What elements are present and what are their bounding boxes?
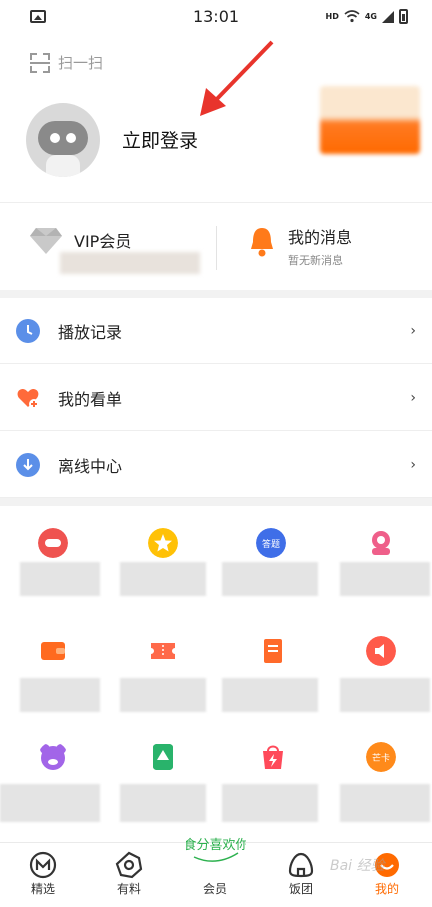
tab-community[interactable]: 饭团: [258, 843, 344, 907]
mango-card-icon: 芒卡: [366, 742, 396, 772]
grid-item[interactable]: [330, 636, 430, 712]
quick-divider: [216, 226, 217, 270]
avatar[interactable]: [26, 103, 100, 177]
scan-label: 扫一扫: [58, 54, 104, 72]
robot-icon: [372, 531, 390, 555]
drive-upload-icon: [153, 744, 173, 770]
tab-mine[interactable]: 我的: [344, 843, 430, 907]
ticket-icon: [151, 643, 175, 659]
member-logo-icon: 食分喜欢你: [186, 837, 246, 862]
grid-item[interactable]: 芒卡: [330, 742, 430, 822]
hd-indicator: HD: [325, 12, 339, 21]
vip-info-blurred: [60, 252, 200, 274]
chevron-right-icon: ›: [410, 389, 416, 406]
tab-label: 我的: [374, 882, 399, 896]
member-logo-text: 食分喜欢你: [186, 837, 246, 853]
bear-icon: [40, 744, 66, 770]
menu-row-history[interactable]: 播放记录 ›: [0, 298, 432, 364]
tab-label: 有料: [116, 882, 141, 896]
flash-sale-bag-icon: [263, 745, 283, 769]
grid-item[interactable]: [330, 520, 430, 610]
heart-plus-icon: [17, 388, 39, 409]
tab-label: 精选: [30, 882, 55, 896]
grid-item[interactable]: [0, 520, 100, 610]
grid-item[interactable]: [0, 742, 100, 822]
watermark-text: Bai 经验: [330, 858, 385, 874]
home-m-icon: [29, 851, 57, 879]
grid-item[interactable]: [218, 742, 318, 822]
tab-member[interactable]: 食分喜欢你 会员: [172, 837, 258, 907]
grid-item[interactable]: [108, 520, 208, 610]
menu-label: 我的看单: [58, 389, 123, 409]
status-bar: 13:01 HD 4G: [0, 0, 432, 34]
tab-label: 会员: [202, 882, 227, 896]
promo-banner-blurred[interactable]: [320, 86, 420, 154]
quiz-icon: 答题: [256, 528, 286, 558]
scan-icon: [30, 52, 50, 73]
book-icon: [264, 639, 282, 663]
eye-ring-icon: [115, 851, 143, 879]
my-messages-entry[interactable]: 我的消息 暂无新消息: [248, 224, 352, 268]
grid-item[interactable]: [0, 636, 100, 712]
messages-subtitle: 暂无新消息: [288, 254, 343, 267]
tab-label: 饭团: [288, 882, 313, 896]
signal-icon: [382, 10, 394, 23]
grid-item[interactable]: [108, 742, 208, 822]
grid-item[interactable]: [218, 636, 318, 712]
vip-label: VIP会员: [74, 232, 132, 251]
menu-label: 离线中心: [58, 456, 123, 476]
grid-item[interactable]: [108, 636, 208, 712]
menu-label: 播放记录: [58, 322, 123, 342]
chevron-right-icon: ›: [410, 456, 416, 473]
scan-button[interactable]: 扫一扫: [30, 52, 103, 73]
mouth-face-icon: [38, 528, 68, 558]
bell-icon: [251, 228, 273, 257]
login-link[interactable]: 立即登录: [122, 126, 198, 153]
wifi-icon: [344, 10, 360, 23]
chevron-right-icon: ›: [410, 322, 416, 339]
battery-icon: [399, 9, 408, 24]
mango-card-badge-text: 芒卡: [372, 752, 390, 764]
clock-icon: [16, 318, 40, 343]
menu-row-offline[interactable]: 离线中心 ›: [0, 432, 432, 498]
menu-row-watchlist[interactable]: 我的看单 ›: [0, 365, 432, 431]
speaker-icon: [366, 636, 396, 666]
annotation-arrow-icon: [200, 40, 274, 116]
wallet-icon: [41, 642, 65, 660]
download-icon: [16, 452, 40, 477]
messages-title: 我的消息: [288, 228, 353, 247]
tab-content[interactable]: 有料: [86, 843, 172, 907]
rice-ball-icon: [288, 852, 314, 878]
star-coin-icon: [148, 528, 178, 558]
grid-item[interactable]: 答题: [218, 520, 318, 610]
diamond-icon: [30, 228, 62, 254]
quiz-badge-text: 答题: [262, 538, 280, 550]
status-right: HD 4G: [326, 9, 408, 24]
network-type: 4G: [364, 12, 377, 21]
tab-featured[interactable]: 精选: [0, 843, 86, 907]
